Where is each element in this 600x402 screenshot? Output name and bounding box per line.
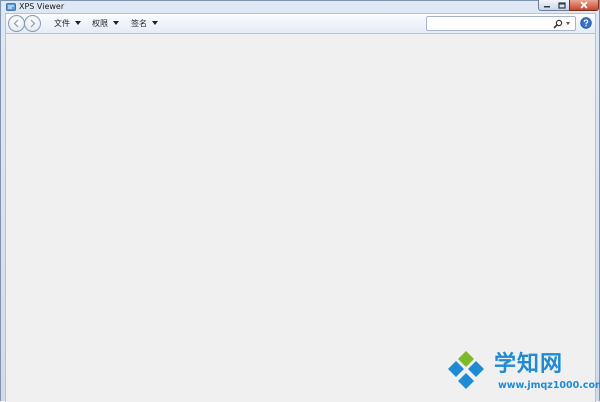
maximize-button[interactable] (554, 0, 570, 11)
search-input[interactable] (429, 18, 544, 29)
menu-file-label: 文件 (54, 19, 70, 28)
xps-doc-icon (6, 3, 16, 11)
menu-permissions-label: 权限 (92, 19, 108, 28)
dropdown-arrow-icon (113, 21, 119, 25)
back-button[interactable] (8, 15, 25, 32)
title-bar[interactable]: XPS Viewer (1, 0, 599, 13)
maximize-icon (557, 1, 566, 9)
search-options-arrow-icon[interactable] (566, 22, 570, 25)
search-icon[interactable] (553, 19, 563, 29)
app-window: XPS Viewer 文件 权限 签名 (0, 0, 600, 402)
forward-arrow-icon (30, 19, 36, 28)
dropdown-arrow-icon (152, 21, 158, 25)
window-title: XPS Viewer (19, 2, 65, 11)
watermark-url: www.jmqz1000.com (498, 380, 600, 391)
menu-signatures-label: 签名 (131, 19, 147, 28)
minimize-button[interactable] (538, 0, 555, 11)
dropdown-arrow-icon (75, 21, 81, 25)
minimize-icon (543, 6, 550, 8)
menu-file[interactable]: 文件 (54, 18, 81, 29)
watermark-logo-icon (448, 351, 484, 389)
forward-button[interactable] (24, 15, 41, 32)
close-icon (580, 1, 588, 9)
search-box[interactable] (426, 16, 576, 31)
close-button[interactable] (569, 0, 599, 11)
watermark: 学知网 www.jmqz1000.com (444, 345, 600, 401)
menu-permissions[interactable]: 权限 (92, 18, 119, 29)
toolbar: 文件 权限 签名 (5, 13, 596, 34)
help-icon[interactable] (580, 17, 592, 29)
menu-signatures[interactable]: 签名 (131, 18, 158, 29)
watermark-title: 学知网 (494, 352, 564, 377)
back-arrow-icon (13, 19, 19, 28)
